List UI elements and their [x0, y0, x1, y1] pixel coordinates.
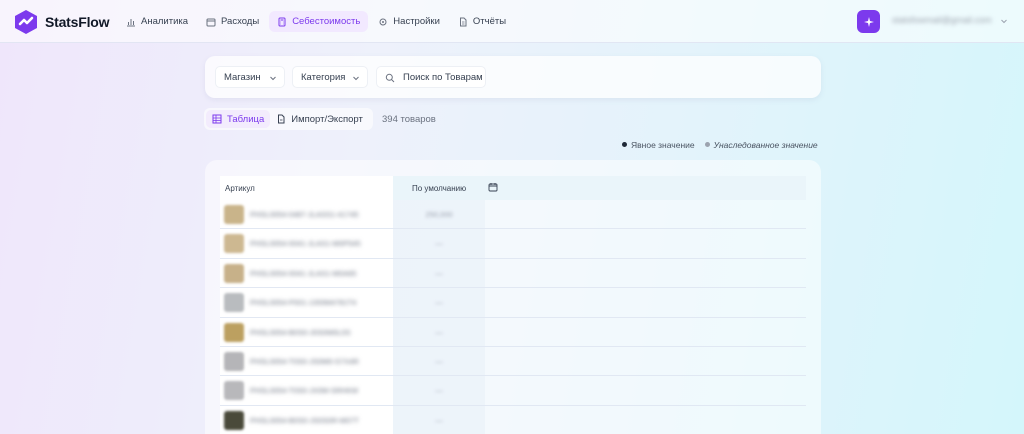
- cost-table-card: Артикул По умолчанию PHSL0054-0487-JLASS…: [205, 160, 821, 434]
- gear-icon: [379, 18, 387, 25]
- table-body: PHSL0054-0487-JLASS1-41745 250,000 PHSL005…: [220, 200, 806, 434]
- default-value[interactable]: 250,000: [393, 210, 485, 219]
- table-header: Артикул По умолчанию: [220, 176, 806, 200]
- app-logo[interactable]: StatsFlow: [13, 9, 110, 35]
- product-sku: PHSL0054-T0S0-JS0M0-S7X4R: [250, 356, 359, 366]
- table-row[interactable]: PHSL0054-0041-JLAS1-M0P545 —: [220, 229, 806, 259]
- nav-item-label: Отчёты: [472, 16, 507, 27]
- inherited-dot-icon: [704, 142, 710, 148]
- product-search[interactable]: [376, 66, 486, 88]
- table-row[interactable]: PHSL0054-T0S0-JS0M0-S7X4R —: [220, 346, 806, 377]
- product-sku: PHSL0054-0041-JLAS1-M0P545: [250, 239, 361, 249]
- chevron-down-icon: [353, 76, 359, 81]
- calculator-icon: [278, 17, 286, 26]
- statsflow-logo-icon: [15, 10, 37, 34]
- default-value[interactable]: —: [393, 386, 485, 395]
- explicit-dot-icon: [622, 142, 627, 148]
- app-name: StatsFlow: [45, 14, 110, 30]
- table-row[interactable]: PHSL0054-0487-JLASS1-41745 250,000: [220, 200, 806, 230]
- column-header-default[interactable]: По умолчанию: [412, 184, 466, 193]
- product-thumbnail: [224, 234, 244, 254]
- search-icon: [385, 73, 395, 83]
- product-thumbnail: [224, 410, 244, 430]
- tab-import-export[interactable]: Импорт/Экспорт: [270, 110, 369, 128]
- nav-item-reports[interactable]: Отчёты: [450, 11, 514, 32]
- calendar-add-icon[interactable]: [488, 182, 498, 192]
- sparkle-icon: [863, 16, 874, 27]
- legend-inherited-label: Унаследованное значение: [713, 140, 818, 150]
- product-thumbnail: [224, 205, 244, 224]
- nav-item-analytics[interactable]: Аналитика: [118, 11, 196, 32]
- table-row[interactable]: PHSL0054-B0S0-J0S0M0L0S —: [220, 317, 806, 347]
- table-row[interactable]: PHSL0054-P001-JJ00M4781T4 —: [220, 288, 806, 318]
- legend-inherited: Унаследованное значение: [704, 140, 818, 150]
- table-row[interactable]: PHSL0054-0041-JLAS1-M0A65 —: [220, 258, 806, 289]
- store-select-label: Магазин: [224, 71, 261, 83]
- user-email[interactable]: statsfowmail@gmail.com: [892, 15, 992, 25]
- view-tabs: Таблица Импорт/Экспорт: [204, 108, 373, 130]
- nav-item-label: Себестоимость: [292, 16, 361, 27]
- table-icon: [212, 114, 222, 124]
- product-thumbnail: [224, 351, 244, 371]
- legend-explicit-label: Явное значение: [631, 140, 695, 150]
- default-value[interactable]: —: [393, 298, 485, 307]
- tab-label: Импорт/Экспорт: [291, 113, 363, 125]
- chevron-down-icon: [270, 76, 276, 81]
- product-thumbnail: [224, 293, 244, 313]
- nav-item-settings[interactable]: Настройки: [370, 11, 448, 32]
- product-sku: PHSL0054-0041-JLAS1-M0A65: [250, 268, 357, 278]
- default-value[interactable]: —: [393, 269, 485, 278]
- nav-item-label: Расходы: [221, 16, 260, 27]
- product-sku: PHSL0054-P001-JJ00M4781T4: [250, 298, 357, 308]
- top-navbar: StatsFlow Аналитика Расходы Себестоимост…: [0, 0, 1024, 43]
- product-thumbnail: [224, 322, 244, 342]
- product-sku: PHSL0054-B0S0-J0S0M0L0S: [250, 327, 351, 337]
- search-input[interactable]: [403, 71, 483, 83]
- document-icon: [459, 17, 467, 26]
- product-sku: PHSL0054-B0S0-JS0S0R-M07T: [250, 415, 359, 425]
- product-thumbnail: [224, 381, 244, 401]
- value-legend: Явное значение Унаследованное значение: [622, 140, 818, 150]
- chevron-down-icon[interactable]: [1000, 17, 1008, 25]
- wallet-icon: [206, 18, 216, 26]
- nav-item-expenses[interactable]: Расходы: [198, 11, 267, 32]
- nav-item-label: Настройки: [393, 16, 440, 27]
- default-value[interactable]: —: [393, 328, 485, 337]
- category-select-label: Категория: [301, 71, 346, 83]
- tab-label: Таблица: [227, 113, 265, 125]
- product-count: 394 товаров: [382, 114, 436, 125]
- product-sku: PHSL0054-0487-JLASS1-41745: [250, 210, 359, 219]
- filter-bar: Магазин Категория: [205, 56, 821, 98]
- column-header-article[interactable]: Артикул: [220, 176, 393, 200]
- category-select[interactable]: Категория: [292, 66, 368, 88]
- file-icon: [278, 114, 285, 124]
- default-value[interactable]: —: [393, 357, 485, 366]
- bar-chart-icon: [127, 18, 135, 26]
- nav-item-label: Аналитика: [141, 16, 189, 27]
- store-select[interactable]: Магазин: [215, 66, 285, 88]
- legend-explicit: Явное значение: [622, 140, 695, 150]
- product-thumbnail: [224, 263, 244, 283]
- main-nav: Аналитика Расходы Себестоимость Настройк…: [118, 11, 514, 32]
- user-avatar-button[interactable]: [857, 10, 880, 33]
- nav-item-cost[interactable]: Себестоимость: [269, 11, 369, 32]
- product-sku: PHSL0054-T0S0-JX0M-SRHKM: [250, 386, 358, 396]
- table-row[interactable]: PHSL0054-B0S0-JS0S0R-M07T —: [220, 405, 806, 434]
- tab-table[interactable]: Таблица: [206, 110, 271, 128]
- default-value[interactable]: —: [393, 416, 485, 425]
- default-value[interactable]: —: [393, 239, 485, 248]
- table-row[interactable]: PHSL0054-T0S0-JX0M-SRHKM —: [220, 376, 806, 406]
